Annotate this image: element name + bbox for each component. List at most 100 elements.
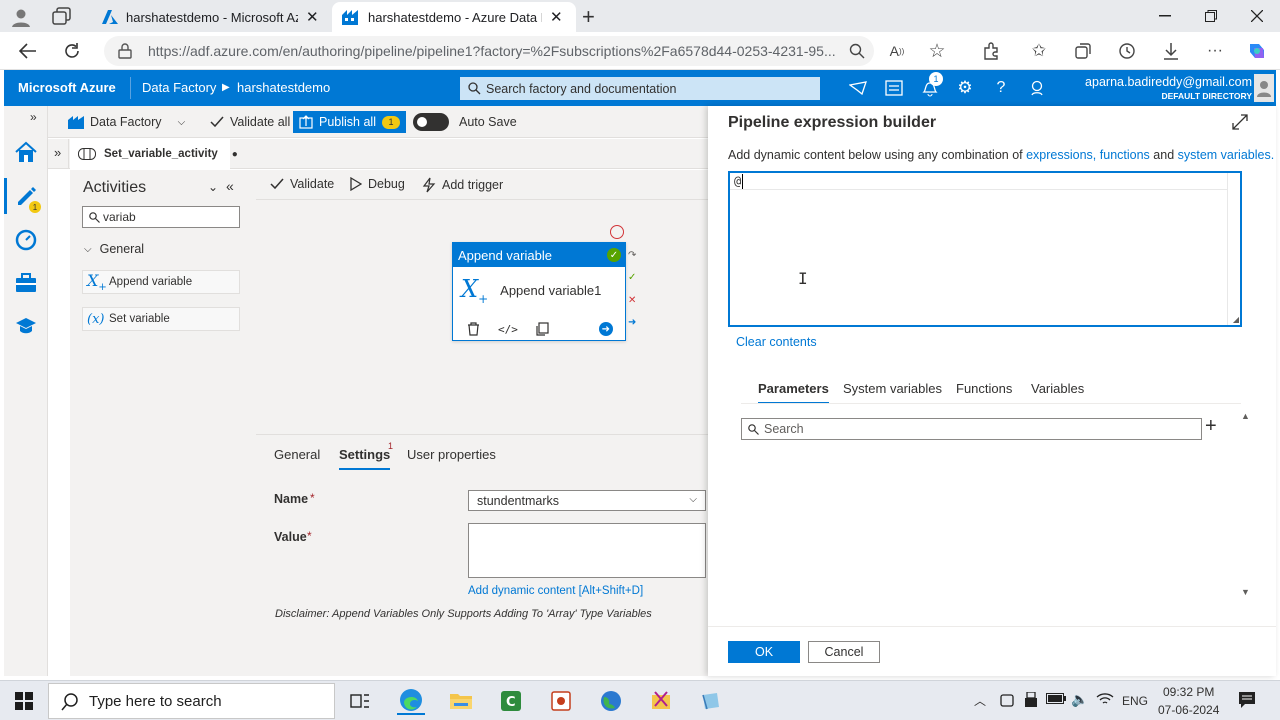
- expand-rail-icon[interactable]: »: [30, 110, 37, 124]
- tab-functions[interactable]: Functions: [956, 381, 1012, 396]
- ok-button[interactable]: OK: [728, 641, 800, 663]
- tab-system-variables[interactable]: System variables: [843, 381, 942, 396]
- system-variables-link[interactable]: system variables.: [1178, 148, 1275, 162]
- expression-textarea[interactable]: @ I ◢: [728, 171, 1242, 327]
- user-email[interactable]: aparna.badireddy@gmail.com: [1085, 75, 1252, 89]
- auto-save-toggle[interactable]: Auto Save: [413, 106, 517, 138]
- go-arrow-icon[interactable]: ➜: [598, 322, 613, 336]
- add-trigger-button[interactable]: Add trigger: [422, 177, 503, 193]
- add-dynamic-content-link[interactable]: Add dynamic content [Alt+Shift+D]: [468, 585, 643, 597]
- restore-icon[interactable]: [1188, 0, 1234, 32]
- close-window-icon[interactable]: [1234, 0, 1280, 32]
- wifi-icon[interactable]: [1096, 692, 1114, 706]
- tab-user-properties[interactable]: User properties: [407, 447, 496, 462]
- pipeline-canvas[interactable]: Validate Debug Add trigger Append variab…: [256, 170, 708, 434]
- app-icon[interactable]: [697, 687, 725, 715]
- activity-card[interactable]: Append variable ✓ X+ Append variable1 </…: [452, 242, 626, 341]
- breadcrumb-factory-name[interactable]: harshatestdemo: [237, 80, 330, 95]
- read-aloud-icon[interactable]: A)): [886, 40, 908, 62]
- clock-time[interactable]: 09:32 PM: [1163, 685, 1214, 699]
- manage-toolbox-icon[interactable]: [12, 269, 40, 297]
- file-explorer-icon[interactable]: [447, 687, 475, 715]
- tab-settings[interactable]: Settings: [339, 447, 391, 470]
- clear-contents-link[interactable]: Clear contents: [736, 335, 817, 349]
- publish-all-button[interactable]: Publish all 1: [293, 111, 406, 133]
- copy-icon[interactable]: [536, 322, 549, 336]
- collapse-resources-icon[interactable]: »: [54, 145, 61, 160]
- tab-close-icon[interactable]: ✕: [306, 8, 319, 26]
- add-parameter-icon[interactable]: +: [1205, 415, 1217, 438]
- url-field[interactable]: https://adf.azure.com/en/authoring/pipel…: [104, 36, 874, 66]
- switch-directory-icon[interactable]: [884, 78, 904, 98]
- collapse-pane-icon[interactable]: «: [226, 178, 234, 194]
- settings-gear-icon[interactable]: ⚙: [955, 78, 975, 98]
- error-indicator-icon[interactable]: [610, 225, 624, 239]
- browser-tab-azure-portal[interactable]: harshatestdemo - Microsoft Azur ✕: [92, 2, 330, 32]
- activities-search-input[interactable]: variab: [82, 206, 240, 228]
- validate-all-button[interactable]: Validate all: [210, 106, 290, 138]
- collapse-all-icon[interactable]: ⌄: [208, 180, 218, 194]
- value-textarea[interactable]: [468, 523, 706, 578]
- home-icon[interactable]: [12, 138, 40, 166]
- delete-icon[interactable]: [467, 322, 480, 336]
- feedback-icon[interactable]: [1027, 78, 1047, 98]
- battery-icon[interactable]: [1046, 693, 1066, 705]
- volume-icon[interactable]: 🔈: [1071, 691, 1088, 708]
- clock-date[interactable]: 07-06-2024: [1158, 703, 1219, 717]
- group-general[interactable]: ⌵ General: [84, 242, 144, 256]
- browser-tab-data-factory[interactable]: harshatestdemo - Azure Data Fac ✕: [332, 2, 576, 32]
- tab-close-icon[interactable]: ✕: [550, 8, 563, 26]
- back-icon[interactable]: [17, 40, 39, 62]
- fail-connector-icon[interactable]: ✕: [628, 295, 640, 306]
- factory-search-input[interactable]: Search factory and documentation: [460, 77, 820, 100]
- success-connector-icon[interactable]: ✓: [628, 272, 640, 283]
- parameters-search-input[interactable]: Search: [741, 418, 1202, 440]
- monitor-gauge-icon[interactable]: [12, 226, 40, 254]
- powerpoint-icon[interactable]: [547, 687, 575, 715]
- tab-general[interactable]: General: [274, 447, 320, 462]
- brand-title[interactable]: Microsoft Azure: [18, 80, 116, 95]
- skip-connector-icon[interactable]: ↷: [628, 250, 640, 261]
- help-icon[interactable]: ?: [991, 78, 1011, 98]
- collections-icon[interactable]: [1072, 40, 1094, 62]
- learning-center-icon[interactable]: [12, 312, 40, 340]
- taskbar-search-input[interactable]: Type here to search: [48, 683, 335, 719]
- activity-append-variable[interactable]: X+ Append variable: [82, 270, 240, 294]
- show-hidden-icons[interactable]: ︿: [974, 692, 986, 709]
- usb-icon[interactable]: [1024, 692, 1038, 708]
- validate-button[interactable]: Validate: [270, 177, 334, 191]
- camtasia-icon[interactable]: C: [497, 687, 525, 715]
- completion-connector-icon[interactable]: ➜: [628, 317, 640, 328]
- favorite-star-icon[interactable]: ☆: [926, 40, 948, 62]
- profile-icon[interactable]: [10, 6, 32, 28]
- refresh-icon[interactable]: [61, 40, 83, 62]
- language-indicator[interactable]: ENG: [1122, 694, 1148, 708]
- tab-variables[interactable]: Variables: [1031, 381, 1084, 396]
- edge-browser-icon[interactable]: [397, 687, 425, 715]
- data-factory-dropdown[interactable]: Data Factory ⌵: [68, 106, 185, 138]
- minimize-icon[interactable]: [1142, 0, 1188, 32]
- breadcrumb-data-factory[interactable]: Data Factory: [142, 80, 216, 95]
- workspaces-icon[interactable]: [52, 7, 72, 25]
- favorites-icon[interactable]: ✩: [1028, 40, 1050, 62]
- expressions-link[interactable]: expressions,: [1026, 148, 1096, 162]
- new-tab-icon[interactable]: +: [582, 4, 595, 30]
- windows-start-icon[interactable]: [10, 687, 38, 715]
- functions-link[interactable]: functions: [1100, 148, 1150, 162]
- snipping-tool-icon[interactable]: [647, 687, 675, 715]
- copilot-icon[interactable]: [1246, 40, 1268, 62]
- more-options-icon[interactable]: ···: [1204, 40, 1226, 62]
- activity-set-variable[interactable]: (x) Set variable: [82, 307, 240, 331]
- resize-handle-icon[interactable]: ◢: [1233, 315, 1239, 324]
- code-icon[interactable]: </>: [498, 323, 518, 336]
- variable-name-select[interactable]: stundentmarks ⌵: [468, 490, 706, 511]
- zoom-icon[interactable]: [846, 40, 868, 62]
- downloads-icon[interactable]: [1160, 40, 1182, 62]
- pipeline-tab[interactable]: Set_variable_activity ●: [70, 139, 238, 169]
- scroll-down-icon[interactable]: ▼: [1241, 587, 1250, 597]
- task-view-icon[interactable]: [346, 687, 374, 715]
- notification-center-icon[interactable]: [1238, 691, 1256, 709]
- debug-button[interactable]: Debug: [350, 177, 405, 191]
- scroll-up-icon[interactable]: ▲: [1241, 411, 1250, 421]
- feedback-send-icon[interactable]: [848, 78, 868, 98]
